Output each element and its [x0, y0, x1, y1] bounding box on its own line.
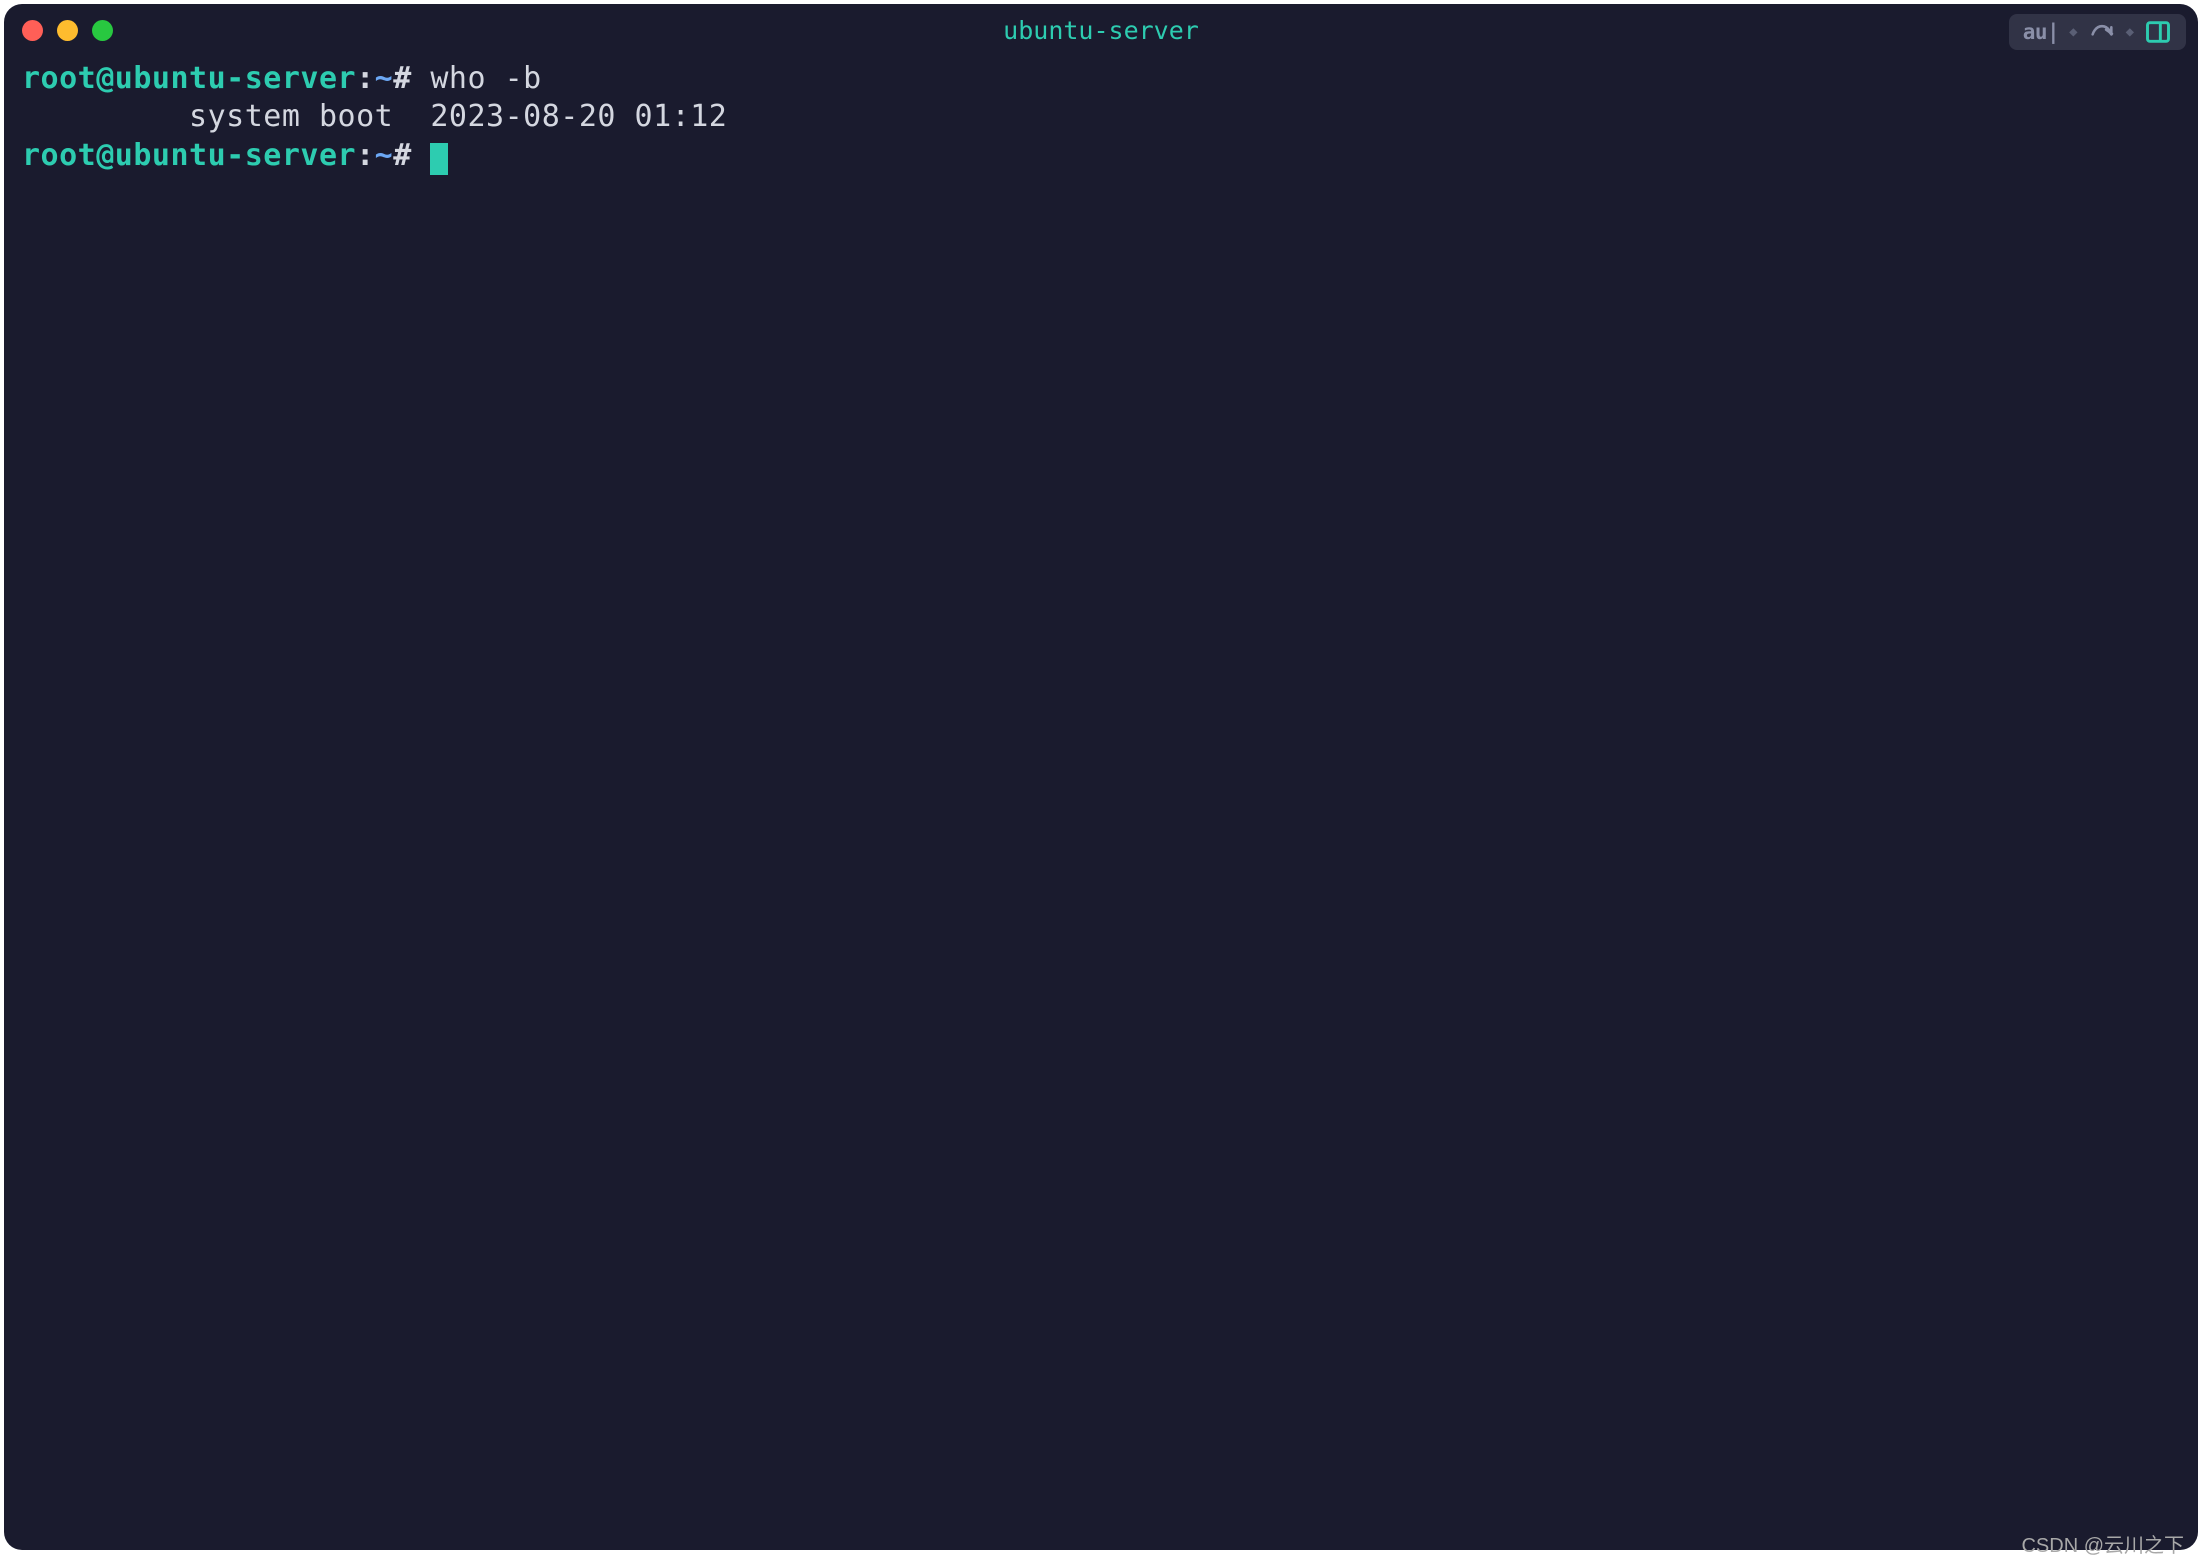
prompt-colon: :: [356, 61, 375, 96]
toolbar-right: au| ◆ ◆: [2009, 14, 2186, 50]
mode-indicator[interactable]: au|: [2017, 20, 2065, 44]
toolbar-divider-1: ◆: [2065, 24, 2081, 40]
terminal-content[interactable]: root@ubuntu-server:~# who -b system boot…: [4, 56, 2198, 179]
prompt-path: ~: [375, 61, 394, 96]
close-button[interactable]: [22, 20, 43, 41]
cursor-icon: [430, 143, 448, 175]
window-title: ubuntu-server: [1003, 16, 1199, 45]
traffic-lights: [22, 20, 113, 41]
terminal-line-2: root@ubuntu-server:~#: [22, 137, 2180, 175]
share-icon[interactable]: [2082, 18, 2122, 46]
watermark: CSDN @云川之下: [2021, 1529, 2184, 1558]
toolbar-divider-2: ◆: [2122, 24, 2138, 40]
minimize-button[interactable]: [57, 20, 78, 41]
terminal-line-1: root@ubuntu-server:~# who -b: [22, 60, 2180, 98]
prompt-hash: #: [393, 61, 412, 96]
prompt-user: root@ubuntu-server: [22, 138, 356, 173]
command-text: who -b: [412, 61, 542, 96]
prompt-path: ~: [375, 138, 394, 173]
terminal-output-line: system boot 2023-08-20 01:12: [22, 98, 2180, 136]
panel-toggle-icon[interactable]: [2138, 18, 2178, 46]
titlebar: ubuntu-server au| ◆ ◆: [4, 4, 2198, 56]
command-text: [412, 138, 431, 173]
prompt-colon: :: [356, 138, 375, 173]
prompt-user: root@ubuntu-server: [22, 61, 356, 96]
terminal-window: ubuntu-server au| ◆ ◆ root@ubuntu-s: [4, 4, 2198, 1550]
maximize-button[interactable]: [92, 20, 113, 41]
prompt-hash: #: [393, 138, 412, 173]
